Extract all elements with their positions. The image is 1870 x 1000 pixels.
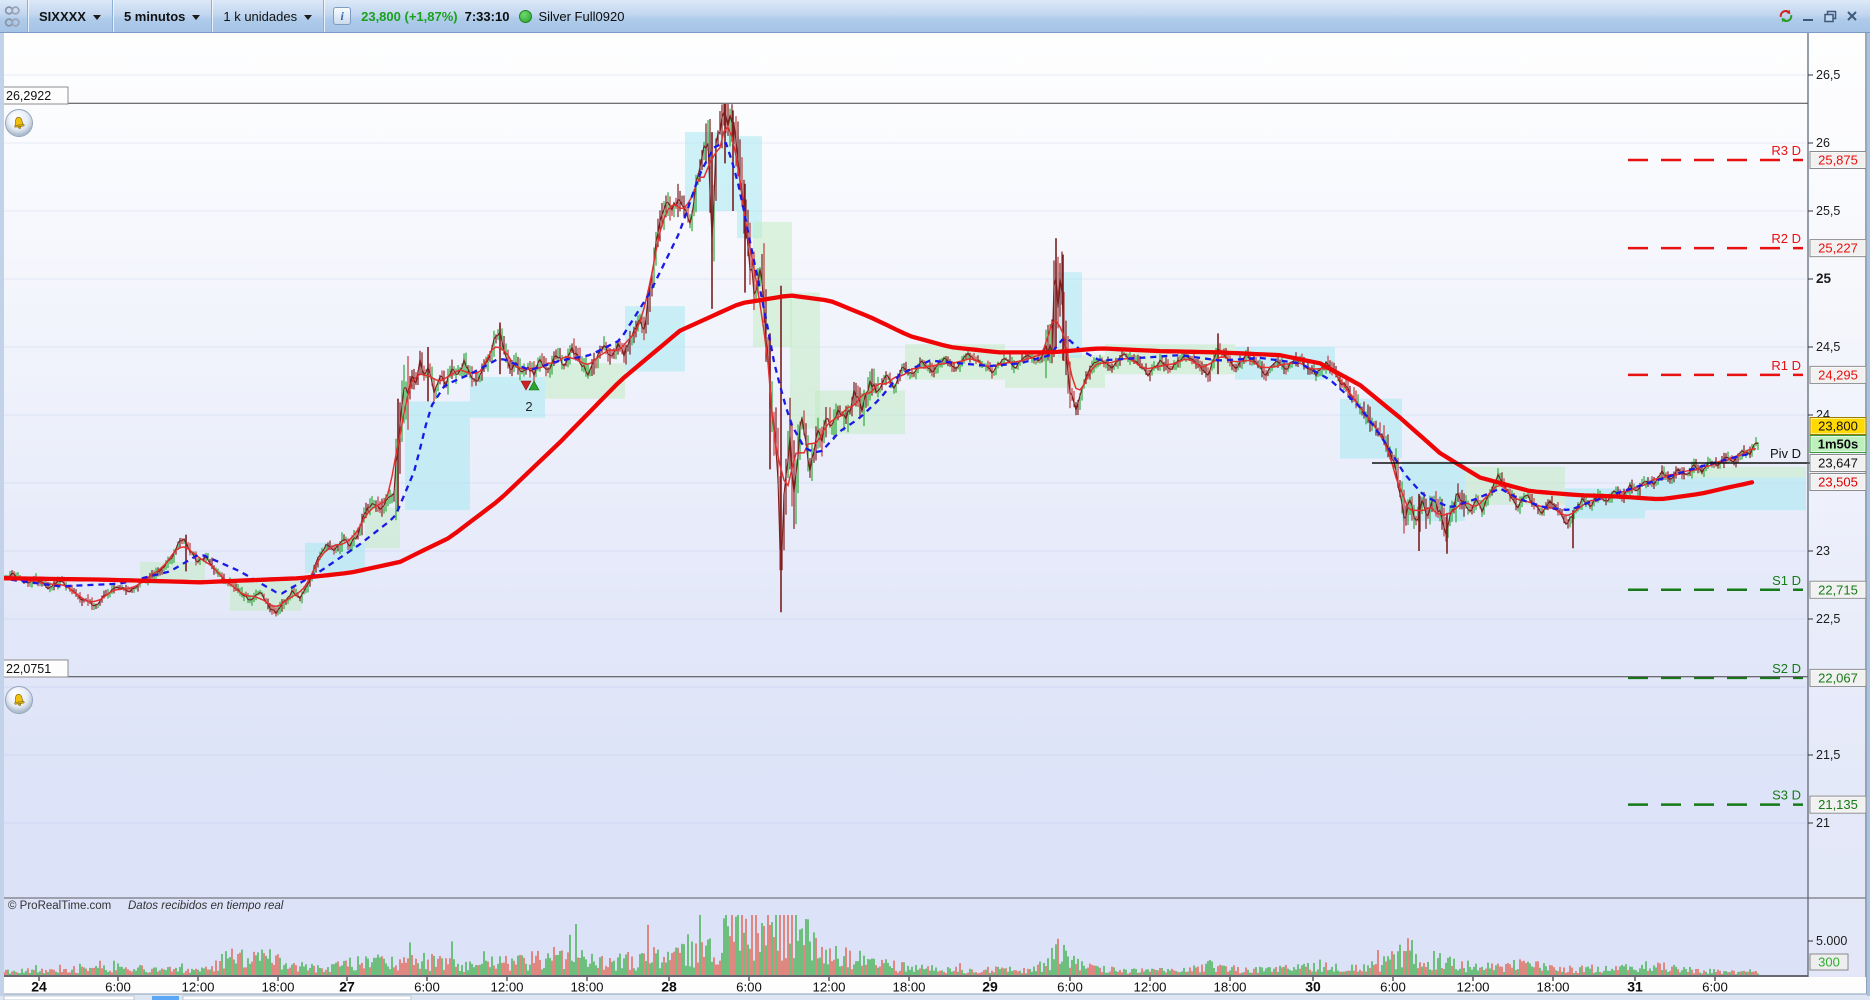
price-tick-label: 23 — [1816, 544, 1830, 558]
day-label: 24 — [31, 979, 47, 995]
axis-price-badge: 24,295 — [1818, 367, 1858, 382]
pivot-label: S3 D — [1772, 788, 1801, 803]
time-label: 12:00 — [812, 980, 845, 995]
axis-price-badge: 23,800 — [1818, 419, 1858, 434]
prorealtime-chart-window: SIXXXX 5 minutos 1 k unidades i 23,800 (… — [0, 0, 1870, 1000]
time-label: 6:00 — [1057, 980, 1083, 995]
time-label: 6:00 — [736, 980, 762, 995]
price-tick-label: 25,5 — [1816, 204, 1840, 218]
day-label: 27 — [339, 979, 355, 995]
price-series — [0, 104, 1759, 617]
time-label: 12:00 — [1133, 980, 1166, 995]
current-volume-badge: 300 — [1818, 955, 1840, 970]
window-edge — [0, 33, 4, 996]
time-label: 18:00 — [1213, 980, 1246, 995]
time-label: 6:00 — [414, 980, 440, 995]
axis-price-badge: 22,715 — [1818, 582, 1858, 597]
indicator-bands — [140, 132, 1806, 611]
time-label: 12:00 — [490, 980, 523, 995]
chart-canvas[interactable]: R3 D R2 D R1 D Piv D S1 D S2 D S3 D 26,5 26 25,5… — [0, 0, 1870, 1000]
alarm-price-2: 22,0751 — [6, 662, 51, 676]
pivot-label: S2 D — [1772, 661, 1801, 676]
price-tick-label: 24,5 — [1816, 340, 1840, 354]
time-label: 6:00 — [105, 980, 131, 995]
axis-price-badge: 22,067 — [1818, 670, 1858, 685]
pivot-label: R1 D — [1771, 358, 1801, 373]
price-tick-label: 21 — [1816, 816, 1830, 830]
pivot-label: S1 D — [1772, 573, 1801, 588]
pivot-label: R2 D — [1771, 231, 1801, 246]
time-label: 18:00 — [261, 980, 294, 995]
day-label: 30 — [1305, 979, 1321, 995]
axis-price-badge: 21,135 — [1818, 797, 1858, 812]
alarm-bell-icon[interactable] — [5, 686, 33, 714]
day-label: 29 — [982, 979, 998, 995]
price-tick-label: 26 — [1816, 136, 1830, 150]
pivot-label: R3 D — [1771, 143, 1801, 158]
price-tick-label: 25 — [1816, 271, 1832, 286]
alarm-bell-icon[interactable] — [5, 109, 33, 137]
time-label: 6:00 — [1702, 980, 1728, 995]
feed-status-text: Datos recibidos en tiempo real — [128, 900, 284, 912]
time-label: 6:00 — [1380, 980, 1406, 995]
volume-tick-label: 5.000 — [1816, 934, 1847, 948]
footer: © ProRealTime.com Datos recibidos en tie… — [8, 900, 284, 912]
time-label: 12:00 — [1456, 980, 1489, 995]
axis-price-badge: 23,647 — [1818, 456, 1858, 471]
copyright-text: © ProRealTime.com — [8, 900, 111, 912]
day-label: 31 — [1627, 979, 1643, 995]
pivot-label: Piv D — [1770, 446, 1801, 461]
time-axis[interactable]: 24 6:00 12:00 18:00 27 6:00 12:00 18:00 28 6:00 12… — [0, 977, 1870, 1000]
time-label: 18:00 — [892, 980, 925, 995]
day-label: 28 — [661, 979, 677, 995]
axis-price-badge: 25,227 — [1818, 241, 1858, 256]
price-tick-label: 26,5 — [1816, 68, 1840, 82]
price-tick-label: 22,5 — [1816, 612, 1840, 626]
time-label: 18:00 — [570, 980, 603, 995]
axis-price-badge: 23,505 — [1818, 475, 1858, 490]
time-label: 12:00 — [181, 980, 214, 995]
price-tick-label: 21,5 — [1816, 748, 1840, 762]
axis-price-badge: 25,875 — [1818, 153, 1858, 168]
time-label: 18:00 — [1536, 980, 1569, 995]
marker-count-label: 2 — [525, 399, 532, 414]
axis-price-badge: 1m50s — [1818, 437, 1858, 452]
alarm-price-1: 26,2922 — [6, 89, 51, 103]
